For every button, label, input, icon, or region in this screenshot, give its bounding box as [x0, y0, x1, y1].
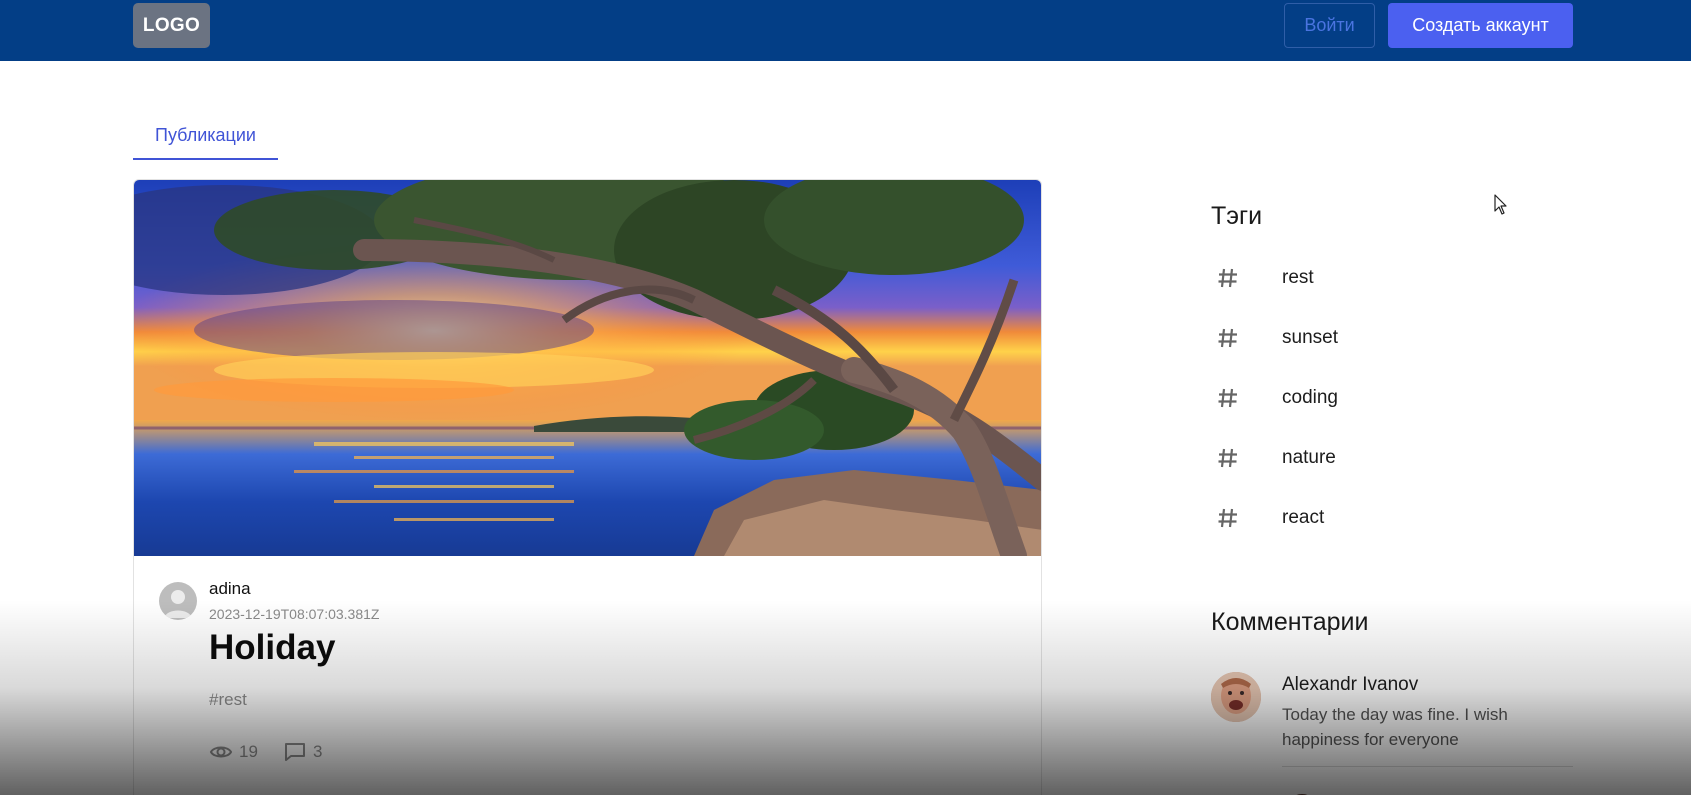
- comments-title: Комментарии: [1211, 608, 1369, 636]
- views-stat: 19: [209, 740, 258, 764]
- tag-label: react: [1282, 507, 1325, 528]
- logo[interactable]: LOGO: [133, 3, 210, 48]
- comment-text: Today the day was fine. I wish happiness…: [1282, 705, 1508, 749]
- sunset-landscape-image: [134, 180, 1041, 556]
- top-header: LOGO Войти Создать аккаунт: [0, 0, 1691, 61]
- tag-item-coding[interactable]: coding: [1211, 378, 1573, 418]
- tag-item-nature[interactable]: nature: [1211, 438, 1573, 478]
- commenter-name[interactable]: Alexandr Ivanov: [1282, 674, 1418, 696]
- hash-icon: [1218, 268, 1237, 288]
- comment-icon: [285, 743, 305, 761]
- tag-label: sunset: [1282, 327, 1338, 348]
- hash-icon: [1218, 508, 1237, 528]
- login-button[interactable]: Войти: [1284, 3, 1375, 48]
- next-comment-avatar: [1282, 788, 1322, 795]
- tags-title: Тэги: [1211, 202, 1263, 230]
- post-image[interactable]: [134, 180, 1041, 556]
- hash-icon: [1218, 448, 1237, 468]
- author-avatar[interactable]: [159, 582, 197, 620]
- tag-label: nature: [1282, 447, 1336, 468]
- post-card[interactable]: adina 2023-12-19T08:07:03.381Z Holiday #…: [133, 179, 1042, 795]
- tag-item-react[interactable]: react: [1211, 498, 1573, 538]
- comment-divider: [1282, 766, 1573, 767]
- tab-publications[interactable]: Публикации: [133, 112, 278, 160]
- tag-item-rest[interactable]: rest: [1211, 258, 1573, 298]
- post-author[interactable]: adina: [209, 579, 251, 599]
- tag-item-sunset[interactable]: sunset: [1211, 318, 1573, 358]
- comments-stat: 3: [283, 740, 322, 764]
- views-count: 19: [239, 742, 258, 761]
- comments-count: 3: [313, 742, 323, 761]
- post-date: 2023-12-19T08:07:03.381Z: [209, 606, 380, 622]
- post-tag[interactable]: #rest: [209, 690, 247, 710]
- eye-icon: [209, 746, 233, 758]
- signup-button[interactable]: Создать аккаунт: [1388, 3, 1573, 48]
- post-title[interactable]: Holiday: [209, 628, 335, 668]
- hash-icon: [1218, 328, 1237, 348]
- mouse-cursor-icon: [1494, 194, 1507, 215]
- tag-label: rest: [1282, 267, 1314, 288]
- tag-label: coding: [1282, 387, 1338, 408]
- hash-icon: [1218, 388, 1237, 408]
- commenter-avatar[interactable]: [1211, 672, 1261, 722]
